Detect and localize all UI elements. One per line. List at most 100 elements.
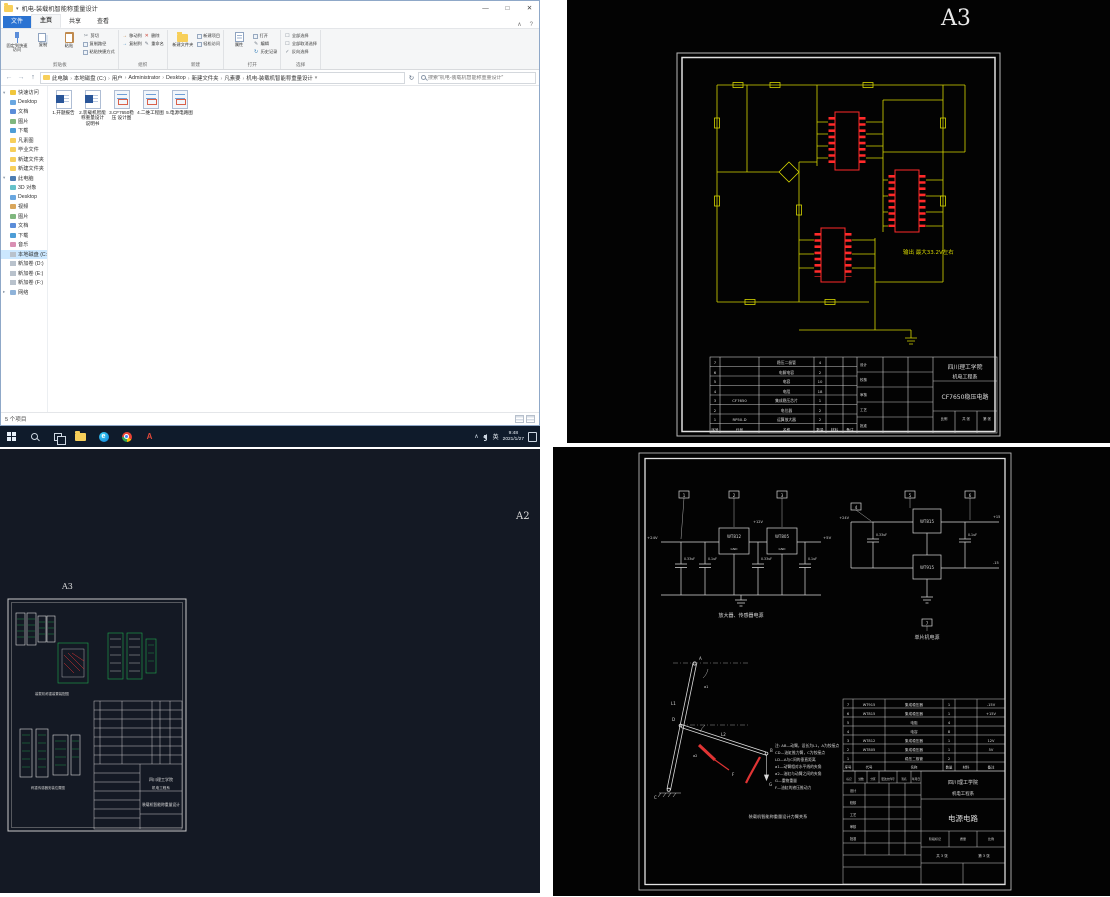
ime-indicator[interactable]: 英 <box>493 432 499 441</box>
copy-to-button[interactable]: → 复制到 <box>122 41 142 47</box>
breadcrumb-segment[interactable]: Administrator <box>123 75 160 81</box>
ribbon-collapse-icon[interactable]: ∧ <box>513 21 525 28</box>
paste-button[interactable]: 粘贴 <box>57 30 81 61</box>
taskbar-chrome[interactable] <box>115 426 138 447</box>
taskbar-autocad[interactable]: A <box>138 426 161 447</box>
view-thumbnails-icon[interactable] <box>526 415 535 423</box>
tab-file[interactable]: 文件 <box>3 16 32 28</box>
file-item[interactable]: 4.二维工程图 <box>137 90 164 115</box>
sidebar-item-pictures[interactable]: 图片 <box>1 117 47 127</box>
sidebar-group-this-pc[interactable]: ▾ 此电脑 <box>1 174 47 184</box>
file-item[interactable]: 1.开题报告 <box>50 90 77 115</box>
right-power-circuit <box>850 490 999 631</box>
breadcrumb-segment[interactable]: 新建文件夹 <box>186 74 219 82</box>
file-list[interactable]: 1.开题报告 2.装载机智能称重量设计 说明书 3.CF7650稳压 设计图 4… <box>48 86 539 412</box>
cad-viewport-power[interactable]: 1 2 3 +24V +12V +5V WT812 GND WT805 GND … <box>553 447 1110 896</box>
new-folder-button[interactable]: 新建文件夹 <box>171 30 195 61</box>
edit-button[interactable]: ✎ 编辑 <box>253 41 277 47</box>
minimize-button[interactable]: — <box>476 1 495 16</box>
open-button[interactable]: 打开 <box>253 33 277 39</box>
view-details-icon[interactable] <box>515 415 524 423</box>
title-block-text: 标记 处数 分区 更改文件号 签名 年月日 设计 校核 工艺 审核 批准 四川理… <box>846 777 994 858</box>
collapse-arrow-icon[interactable]: ▾ <box>3 175 8 181</box>
select-all-button[interactable]: ☐ 全部选择 <box>284 33 317 39</box>
sidebar-item-videos[interactable]: 视频 <box>1 202 47 212</box>
taskbar-edge[interactable]: e <box>92 426 115 447</box>
collapse-arrow-icon[interactable]: ▾ <box>3 90 8 96</box>
expand-arrow-icon[interactable]: ▸ <box>3 289 8 295</box>
rename-button[interactable]: ✎ 重命名 <box>144 41 164 47</box>
invert-selection-button[interactable]: ✓ 反向选择 <box>284 49 317 55</box>
start-button[interactable] <box>0 426 23 447</box>
refresh-icon[interactable]: ↻ <box>407 74 416 82</box>
folder-icon <box>10 156 16 162</box>
cad-viewport-cf7650[interactable]: A3 输出 最大33.2V左右 7 稳压二极管 4 6 电解电容 2 5 电容 … <box>567 0 1110 443</box>
sidebar-item-local-disk-c[interactable]: 本地磁盘 (C:) <box>1 249 47 259</box>
breadcrumb-segment[interactable]: Desktop <box>160 75 186 81</box>
quick-access-toolbar-arrow[interactable]: ▾ <box>16 6 19 12</box>
copy-path-button[interactable]: 复制路径 <box>83 41 115 47</box>
select-none-button[interactable]: ☐ 全部取消选择 <box>284 41 317 47</box>
delete-button[interactable]: ✕ 删除 <box>144 33 164 39</box>
svg-text:F—油缸的液压推动力: F—油缸的液压推动力 <box>775 785 812 790</box>
sidebar-item-folder[interactable]: 新建文件夹 <box>1 155 47 165</box>
tab-share[interactable]: 共享 <box>61 16 89 28</box>
taskbar-file-explorer[interactable] <box>69 426 92 447</box>
sidebar-group-network[interactable]: ▸ 网络 <box>1 288 47 298</box>
taskbar-search-button[interactable] <box>23 426 46 447</box>
breadcrumb-segment[interactable]: 用户 <box>106 74 123 82</box>
tray-expand-icon[interactable]: ∧ <box>474 433 478 440</box>
action-center-icon[interactable] <box>528 431 537 442</box>
search-input[interactable] <box>428 74 533 81</box>
properties-button[interactable]: 属性 <box>227 30 251 61</box>
new-item-button[interactable]: 新建项目 <box>196 33 220 39</box>
close-button[interactable]: ✕ <box>520 1 539 16</box>
file-item[interactable]: 3.CF7650稳压 设计图 <box>108 90 135 121</box>
sidebar-item-music[interactable]: 音乐 <box>1 240 47 250</box>
svg-text:6: 6 <box>714 370 717 375</box>
back-button[interactable]: ← <box>4 74 14 81</box>
sidebar-item-downloads[interactable]: 下载 <box>1 231 47 241</box>
breadcrumb-segment[interactable]: 凡素要 <box>219 74 240 82</box>
forward-button[interactable]: → <box>16 74 26 81</box>
help-icon[interactable]: ? <box>526 22 537 28</box>
breadcrumb-segment[interactable]: 本地磁盘 (C:) <box>68 74 106 82</box>
file-item[interactable]: 2.装载机智能称重量设计 说明书 <box>79 90 106 126</box>
sidebar-group-quick-access[interactable]: ▾ 快速访问 <box>1 88 47 98</box>
sidebar-item-downloads[interactable]: 下载 <box>1 126 47 136</box>
copy-button[interactable]: 复制 <box>31 30 55 61</box>
sidebar-item-documents[interactable]: 文档 <box>1 221 47 231</box>
paste-shortcut-button[interactable]: 粘贴快捷方式 <box>83 49 115 55</box>
breadcrumb-segment[interactable]: 此电脑 <box>52 74 68 82</box>
cad-viewport-mechanical[interactable]: A2 A3 装载机称重装置装配图 称重传感器安装位置图 四川理工学院 机电工程系… <box>0 449 540 893</box>
taskbar-clock[interactable]: 9:48 2021/1/27 <box>503 431 524 443</box>
sidebar-item-3d-objects[interactable]: 3D 对象 <box>1 183 47 193</box>
tab-view[interactable]: 查看 <box>89 16 117 28</box>
sidebar-item-desktop[interactable]: Desktop <box>1 98 47 108</box>
up-button[interactable]: ↑ <box>28 74 38 81</box>
breadcrumb-segment[interactable]: 机电-装载机智能称重量设计 <box>241 74 312 82</box>
move-to-button[interactable]: → 移动到 <box>122 33 142 39</box>
task-view-button[interactable] <box>46 426 69 447</box>
breadcrumb[interactable]: 此电脑 本地磁盘 (C:) 用户 Administrator Desktop 新… <box>40 71 405 84</box>
cut-button[interactable]: ✂ 剪切 <box>83 33 115 39</box>
title-bar[interactable]: ▾ 机电-装载机智能称重量设计 — □ ✕ <box>1 1 539 16</box>
sidebar-item-folder[interactable]: 凡素图 <box>1 136 47 146</box>
file-item[interactable]: 5.电源电路图 <box>166 90 193 115</box>
tab-home[interactable]: 主页 <box>31 14 62 28</box>
sidebar-item-folder[interactable]: 毕业文件 <box>1 145 47 155</box>
sidebar-item-volume-f[interactable]: 新加卷 (F:) <box>1 278 47 288</box>
volume-icon[interactable] <box>482 433 487 441</box>
easy-access-button[interactable]: 轻松访问 <box>196 41 220 47</box>
pin-to-quick-access-button[interactable]: 固定到快速访问 <box>5 30 29 61</box>
maximize-button[interactable]: □ <box>498 1 517 16</box>
sidebar-item-volume-d[interactable]: 新加卷 (D:) <box>1 259 47 269</box>
sidebar-item-volume-e[interactable]: 新加卷 (E:) <box>1 269 47 279</box>
sidebar-item-documents[interactable]: 文档 <box>1 107 47 117</box>
sidebar-item-folder[interactable]: 新建文件夹 <box>1 164 47 174</box>
search-box[interactable] <box>418 71 536 84</box>
sidebar-item-desktop[interactable]: Desktop <box>1 193 47 203</box>
sidebar-item-pictures[interactable]: 图片 <box>1 212 47 222</box>
breadcrumb-dropdown-icon[interactable]: ▾ <box>315 75 318 81</box>
history-button[interactable]: ↻ 历史记录 <box>253 49 277 55</box>
